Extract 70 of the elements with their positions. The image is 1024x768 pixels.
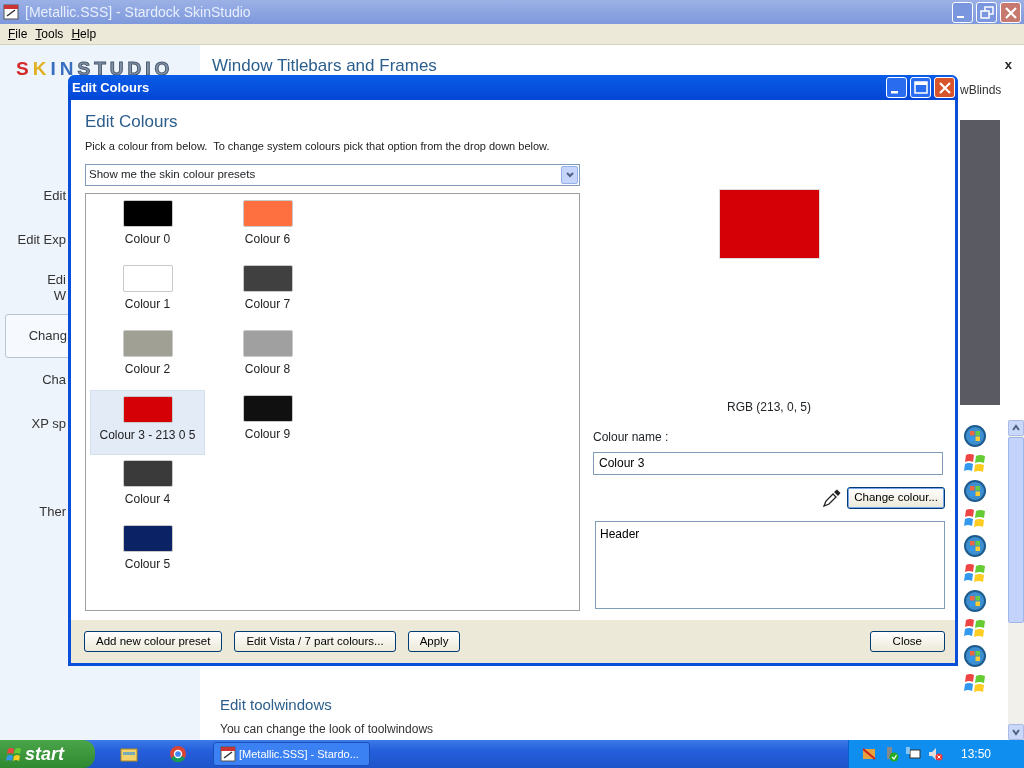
colour-item[interactable]: Colour 3 - 213 0 5 (90, 389, 205, 455)
colour-label: Colour 5 (124, 555, 171, 573)
dialog-button[interactable]: Add new colour preset (84, 631, 223, 652)
colour-item[interactable]: Colour 5 (90, 519, 205, 585)
app-icon (220, 746, 236, 762)
orb-icon[interactable] (963, 533, 987, 558)
orb-icon[interactable] (963, 588, 987, 613)
section-title[interactable]: Edit toolwindows (212, 693, 960, 716)
colour-item[interactable]: Colour 1 (90, 259, 205, 325)
dismiss-button[interactable]: x (1004, 55, 1012, 75)
browser-icon[interactable] (169, 745, 187, 763)
colour-label: Colour 8 (244, 360, 291, 378)
colour-label: Colour 3 - 213 0 5 (99, 426, 196, 444)
colour-item[interactable]: Colour 0 (90, 194, 205, 260)
orb-icon[interactable] (963, 643, 987, 668)
close-button[interactable] (934, 77, 955, 98)
windows-flag-icon (6, 746, 22, 762)
maximize-icon (911, 78, 930, 97)
scrollbar[interactable] (1008, 419, 1024, 740)
minimize-icon (891, 91, 898, 94)
notes-field[interactable]: Header (595, 520, 945, 609)
close-button[interactable]: Close (869, 631, 945, 652)
side-text: wBlinds (960, 81, 1003, 99)
dialog-button[interactable]: Edit Vista / 7 part colours... (234, 631, 396, 652)
colour-item[interactable]: Colour 9 (210, 389, 325, 455)
network-warning-icon[interactable] (861, 746, 877, 762)
chevron-down-icon[interactable] (564, 170, 575, 179)
restore-button[interactable] (976, 1, 997, 23)
instruction-text: Pick a colour from below. To change system colours pick that option from the drop down below. (85, 139, 551, 154)
eyedropper-icon[interactable] (822, 488, 842, 507)
colour-item[interactable]: Colour 2 (90, 324, 205, 390)
change-colour-button[interactable]: Change colour... (847, 486, 945, 509)
colour-label: Colour 9 (244, 425, 291, 443)
monitor-icon[interactable] (905, 746, 921, 762)
start-button[interactable]: start (0, 740, 95, 768)
orb-icon[interactable] (963, 423, 987, 448)
minimize-icon (957, 16, 964, 18)
close-button[interactable] (1000, 1, 1021, 23)
menu-item[interactable]: Help (67, 23, 101, 45)
dialog-title: Edit Colours (72, 78, 151, 97)
taskbar-button[interactable]: [Metallic.SSS] - Stardo... (213, 742, 370, 766)
maximize-button[interactable] (910, 77, 931, 98)
colour-label: Colour 7 (244, 295, 291, 313)
orb-icon[interactable] (963, 478, 987, 503)
colour-label: Colour 6 (244, 230, 291, 248)
section-description: You can change the look of toolwindows (219, 721, 435, 738)
dialog-heading: Edit Colours (85, 112, 179, 132)
colour-item[interactable]: Colour 7 (210, 259, 325, 325)
colour-label: Colour 2 (124, 360, 171, 378)
colour-item[interactable]: Colour 4 (90, 454, 205, 520)
colour-label: Colour 1 (124, 295, 171, 313)
rgb-text: RGB (213, 0, 5) (725, 398, 812, 416)
colour-label: Colour 0 (124, 230, 171, 248)
muted-speaker-icon[interactable] (927, 746, 943, 762)
minimize-button[interactable] (952, 1, 973, 23)
window-title: [Metallic.SSS] - Stardock SkinStudio (25, 2, 252, 22)
clock: 13:50 (961, 746, 992, 763)
colour-item[interactable]: Colour 8 (210, 324, 325, 390)
name-field[interactable]: Colour 3 (593, 451, 943, 475)
menu-item[interactable]: File (4, 23, 32, 45)
menu-item[interactable]: Tools (31, 23, 68, 45)
field-label: Colour name : (593, 428, 670, 446)
app-icon (3, 4, 19, 20)
dropdown[interactable]: Show me the skin colour presets (85, 163, 580, 186)
folder-icon[interactable] (120, 745, 138, 763)
dialog-button[interactable]: Apply (407, 631, 461, 652)
colour-label: Colour 4 (124, 490, 171, 508)
page-heading: Window Titlebars and Frames (212, 55, 438, 77)
minimize-button[interactable] (886, 77, 907, 98)
colour-item[interactable]: Colour 6 (210, 194, 325, 260)
